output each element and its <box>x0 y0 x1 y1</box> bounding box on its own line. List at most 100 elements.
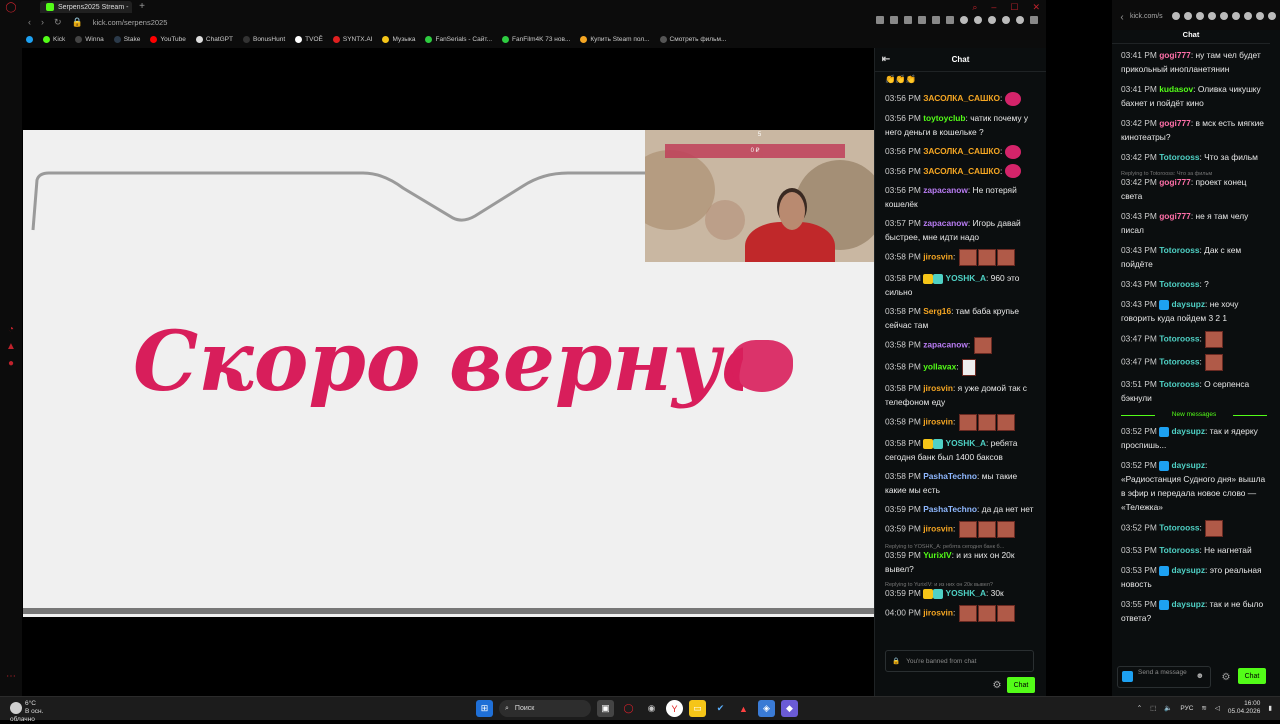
settings-icon[interactable]: ⚙ <box>991 680 1003 692</box>
message-username[interactable]: gogi777 <box>1159 211 1191 221</box>
speaker-icon[interactable]: ◁ <box>1215 704 1220 712</box>
ext-icon[interactable] <box>1232 12 1240 20</box>
menu-icon[interactable] <box>1030 16 1038 24</box>
message-username[interactable]: yollavax <box>923 362 956 372</box>
back-icon[interactable]: ‹ <box>28 17 31 28</box>
message-username[interactable]: kudasov <box>1159 84 1193 94</box>
sidebar-icon-3[interactable]: ● <box>5 358 17 370</box>
tab-active[interactable]: Serpens2025 Stream - <box>40 1 132 13</box>
message-username[interactable]: jirosvin <box>923 608 953 618</box>
message-username[interactable]: zapacanow <box>923 340 968 350</box>
message-username[interactable]: PashaTechno <box>923 504 977 514</box>
ext-icon-6[interactable] <box>946 16 954 24</box>
sidebar-icon-1[interactable]: ◔ <box>5 324 17 336</box>
ext-icon-2[interactable] <box>890 16 898 24</box>
forward-icon[interactable]: › <box>41 17 44 28</box>
search-tabs-icon[interactable]: ⌕ <box>972 2 977 13</box>
volume-icon[interactable]: 🔈 <box>1164 704 1172 712</box>
new-tab-icon[interactable]: + <box>136 1 148 13</box>
bookmark-item[interactable]: Музыка <box>382 36 415 43</box>
ext-icon-1[interactable] <box>876 16 884 24</box>
bookmark-item[interactable]: FanFilm4K 73 нов... <box>502 36 570 43</box>
close-icon[interactable]: ✕ <box>1032 2 1040 13</box>
message-username[interactable]: jirosvin <box>923 524 953 534</box>
secondary-chat-input[interactable]: Send a message ☻ <box>1117 666 1211 688</box>
message-username[interactable]: YOSHK_A <box>946 588 987 598</box>
ext-icon[interactable] <box>1220 12 1228 20</box>
app-icon[interactable]: ◆ <box>781 700 798 717</box>
message-username[interactable]: Totorooss <box>1159 245 1199 255</box>
secondary-chat-send-button[interactable]: Chat <box>1238 668 1266 684</box>
video-player[interactable]: Скоро вернусь! 5 0 ₽ <box>22 48 874 696</box>
bookmark-item[interactable]: YouTube <box>150 36 186 43</box>
message-username[interactable]: jirosvin <box>923 383 953 393</box>
sidebar-icon-2[interactable]: ▲ <box>5 341 17 353</box>
wifi-icon[interactable]: ≋ <box>1201 704 1206 712</box>
app-icon[interactable]: ✔ <box>712 700 729 717</box>
sidebar-more-icon[interactable]: ⋯ <box>5 671 17 683</box>
keyboard-lang[interactable]: РУС <box>1180 705 1193 712</box>
clock[interactable]: 16:00 05.04.2026 <box>1228 700 1261 716</box>
bookmark-item[interactable]: Stake <box>113 36 140 43</box>
message-username[interactable]: jirosvin <box>923 417 953 427</box>
ext-icon[interactable] <box>1256 12 1264 20</box>
ext-icon-3[interactable] <box>904 16 912 24</box>
ext-icon-8[interactable] <box>974 16 982 24</box>
reload-icon[interactable]: ↻ <box>54 17 62 28</box>
ext-icon[interactable] <box>1244 12 1252 20</box>
message-username[interactable]: zapacanow <box>923 218 968 228</box>
bookmark-item[interactable]: FanSerials - Сайт... <box>425 36 492 43</box>
maximize-icon[interactable]: ☐ <box>1010 2 1018 13</box>
app-icon[interactable]: ◈ <box>758 700 775 717</box>
message-username[interactable]: Totorooss <box>1159 357 1199 367</box>
opera-icon[interactable]: ◯ <box>620 700 637 717</box>
ext-icon[interactable] <box>1172 12 1180 20</box>
message-username[interactable]: YOSHK_A <box>946 438 987 448</box>
message-username[interactable]: gogi777 <box>1159 50 1191 60</box>
minimize-icon[interactable]: – <box>991 2 996 12</box>
emote-picker-icon[interactable] <box>1122 671 1133 682</box>
message-username[interactable]: toytoyclub <box>923 113 965 123</box>
bookmark-item[interactable]: Winna <box>75 36 104 43</box>
menu-icon[interactable] <box>1268 12 1276 20</box>
ext-icon-10[interactable] <box>1002 16 1010 24</box>
message-username[interactable]: zapacanow <box>923 185 968 195</box>
bookmark-item[interactable]: BonusHunt <box>242 36 285 43</box>
message-username[interactable]: Totorooss <box>1159 334 1199 344</box>
message-username[interactable]: jirosvin <box>923 252 953 262</box>
ext-icon[interactable] <box>1184 12 1192 20</box>
message-username[interactable]: daysupz <box>1172 599 1206 609</box>
notification-icon[interactable]: ▮ <box>1268 704 1272 712</box>
task-view-icon[interactable]: ▣ <box>597 700 614 717</box>
ext-icon[interactable] <box>1196 12 1204 20</box>
ext-icon-4[interactable] <box>918 16 926 24</box>
message-username[interactable]: Totorooss <box>1159 545 1199 555</box>
bookmark-item[interactable]: TVOĒ <box>295 36 323 43</box>
message-username[interactable]: daysupz <box>1172 460 1206 470</box>
scrollbar[interactable] <box>1270 44 1280 664</box>
message-username[interactable]: ЗАСОЛКА_САШКО <box>923 93 1000 103</box>
start-icon[interactable]: ⊞ <box>476 700 493 717</box>
message-username[interactable]: ЗАСОЛКА_САШКО <box>923 146 1000 156</box>
bookmark-item[interactable]: Kick <box>43 36 65 43</box>
settings-icon[interactable]: ⚙ <box>1220 672 1232 684</box>
network-icon[interactable]: ⬚ <box>1150 704 1156 712</box>
bookmark-item[interactable]: SYNTX.AI <box>332 36 372 43</box>
search-box[interactable]: ⌕ Поиск <box>499 700 591 717</box>
secondary-url[interactable]: kick.com/s <box>1130 13 1163 20</box>
url-field[interactable]: kick.com/serpens2025 <box>93 18 168 27</box>
message-username[interactable]: Totorooss <box>1159 279 1199 289</box>
ext-icon[interactable] <box>1208 12 1216 20</box>
weather-widget[interactable]: 6°C В осн. облачно <box>10 700 55 724</box>
bookmark-item[interactable] <box>26 36 33 43</box>
message-username[interactable]: daysupz <box>1172 565 1206 575</box>
chat-send-button[interactable]: Chat <box>1007 677 1035 693</box>
chat-input[interactable]: 🔒 You're banned from chat <box>885 650 1034 672</box>
message-username[interactable]: gogi777 <box>1159 118 1191 128</box>
message-username[interactable]: Totorooss <box>1159 523 1199 533</box>
collapse-chat-icon[interactable]: ⇤ <box>880 54 892 66</box>
ext-icon-7[interactable] <box>960 16 968 24</box>
bookmark-item[interactable]: Купить Steam пол... <box>580 36 650 43</box>
message-username[interactable]: Totorooss <box>1159 379 1199 389</box>
message-username[interactable]: daysupz <box>1172 299 1206 309</box>
